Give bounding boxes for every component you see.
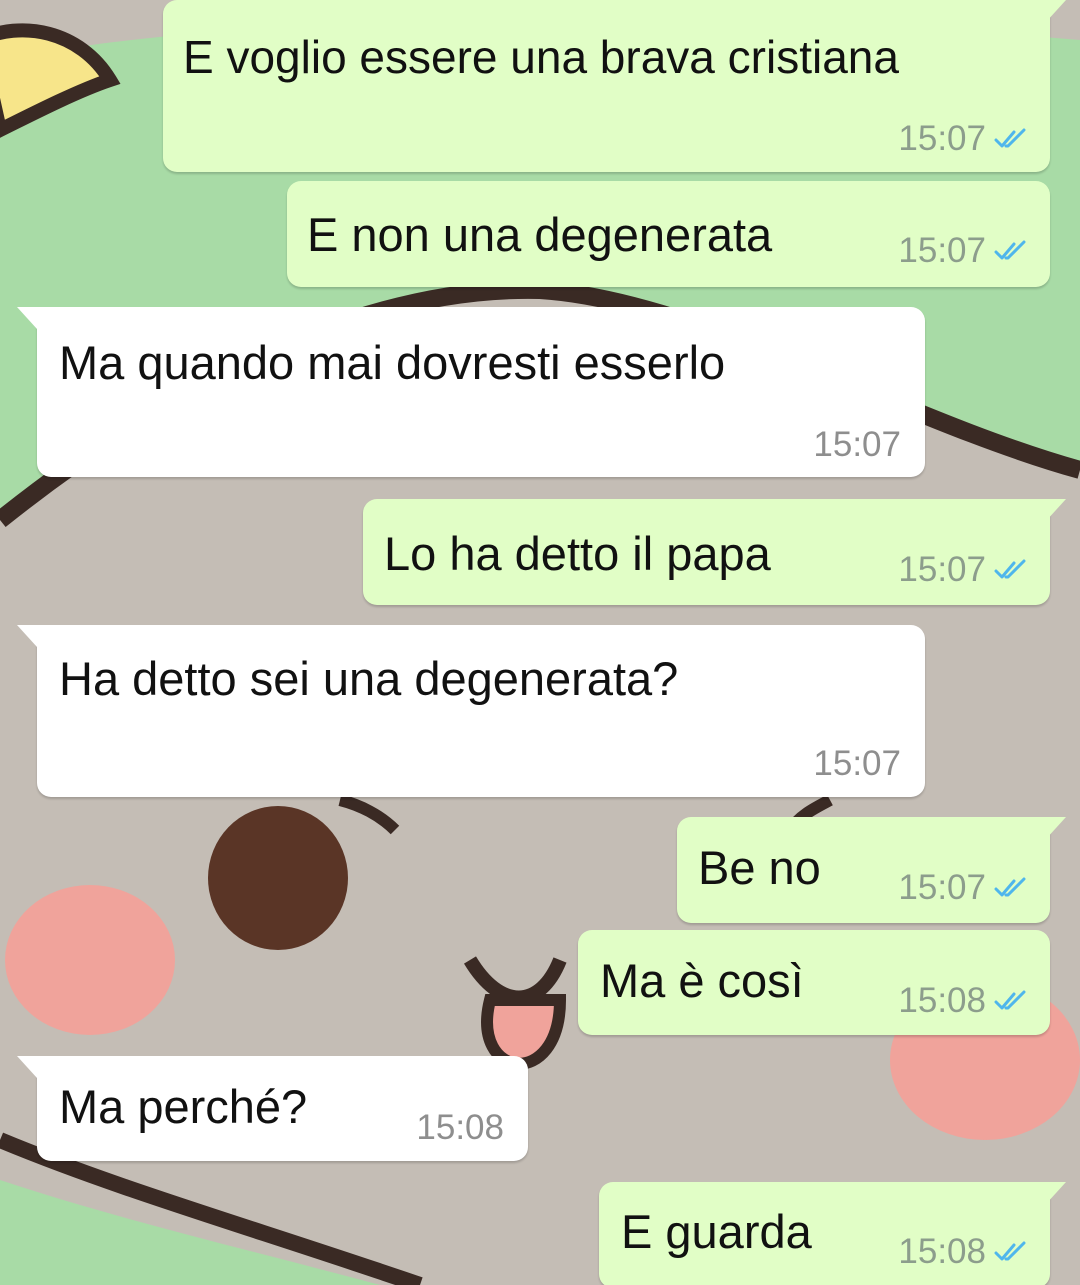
- message-text: Lo ha detto il papa: [384, 527, 771, 580]
- message-text: E non una degenerata: [307, 208, 773, 261]
- message-text: Ma quando mai dovresti esserlo: [59, 336, 726, 389]
- message-time: 15:07: [898, 119, 986, 158]
- message-text: E voglio essere una brava cristiana: [183, 31, 899, 83]
- read-double-check-icon: [994, 240, 1026, 259]
- read-double-check-icon: [994, 990, 1026, 1009]
- message-time: 15:07: [813, 744, 901, 783]
- message-bubble-outgoing[interactable]: Ma è così 15:08: [578, 930, 1050, 1035]
- message-time: 15:07: [813, 425, 901, 464]
- message-time: 15:07: [898, 868, 986, 907]
- message-time: 15:08: [898, 981, 986, 1020]
- message-time: 15:08: [898, 1232, 986, 1271]
- message-bubble-incoming[interactable]: Ha detto sei una degenerata? 15:07: [17, 625, 925, 797]
- message-bubble-outgoing[interactable]: Be no 15:07: [677, 817, 1066, 923]
- read-double-check-icon: [994, 128, 1026, 147]
- message-text: Ma perché?: [59, 1080, 308, 1133]
- message-time: 15:08: [416, 1108, 504, 1147]
- message-bubble-incoming[interactable]: Ma quando mai dovresti esserlo 15:07: [17, 307, 925, 477]
- read-double-check-icon: [994, 1241, 1026, 1260]
- message-text: Ha detto sei una degenerata?: [59, 652, 679, 705]
- message-bubble-outgoing[interactable]: E voglio essere una brava cristiana 15:0…: [163, 0, 1066, 172]
- message-text: Ma è così: [600, 954, 804, 1007]
- message-bubble-outgoing[interactable]: Lo ha detto il papa 15:07: [363, 499, 1066, 605]
- message-bubble-incoming[interactable]: Ma perché? 15:08: [17, 1056, 528, 1161]
- message-text: Be no: [698, 841, 821, 894]
- read-double-check-icon: [994, 559, 1026, 578]
- message-time: 15:07: [898, 550, 986, 589]
- message-bubble-outgoing[interactable]: E non una degenerata 15:07: [287, 181, 1050, 287]
- read-double-check-icon: [994, 877, 1026, 896]
- message-time: 15:07: [898, 231, 986, 270]
- message-text: E guarda: [621, 1205, 812, 1258]
- message-bubble-outgoing[interactable]: E guarda 15:08: [599, 1182, 1066, 1285]
